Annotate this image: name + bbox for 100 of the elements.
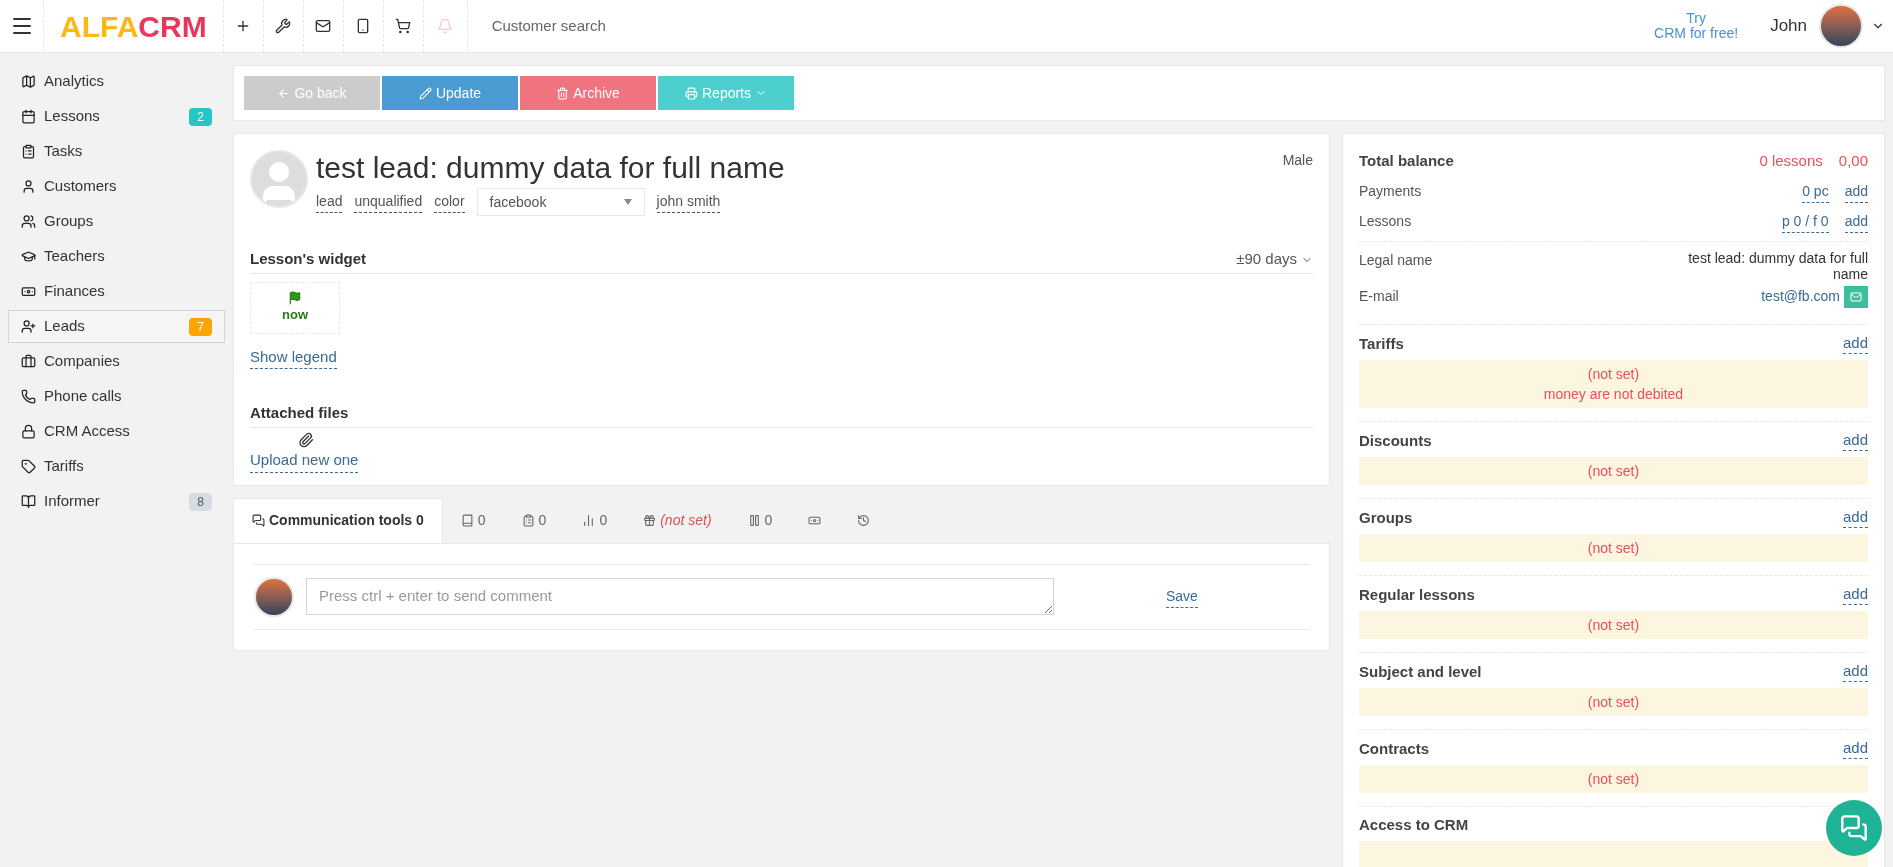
add-link[interactable]: add [1844, 180, 1868, 203]
pencil-icon [418, 86, 432, 100]
now-cell: now [250, 281, 340, 334]
promo-link[interactable]: Try CRM for free! [1654, 11, 1739, 41]
count-badge: 8 [189, 492, 212, 511]
empty-notice: (not set) [1359, 687, 1868, 716]
empty-notice: (not set) money are not debited [1359, 359, 1868, 408]
comment-field[interactable]: Press ctrl + enter to send comment [306, 578, 1054, 615]
tag-icon [21, 459, 36, 474]
source-dropdown[interactable]: facebook [476, 188, 645, 216]
row-label: Lessons [1359, 211, 1412, 231]
section-heading: Groups [1359, 507, 1413, 528]
tab[interactable]: 0 [442, 497, 504, 543]
legend-link[interactable]: Show legend [250, 345, 337, 369]
section-heading: Total balance [1359, 151, 1454, 171]
phone-icon [21, 389, 36, 404]
history-icon [857, 513, 871, 527]
paperclip-icon [298, 432, 314, 448]
sidebar-item[interactable]: Companies [8, 345, 225, 378]
count-badge: 7 [189, 317, 212, 336]
lock-icon [21, 424, 36, 439]
add-link[interactable]: add [1842, 737, 1868, 759]
legal-name-value: test lead: dummy data for full name [1687, 249, 1868, 282]
sidebar-item[interactable]: Tasks [8, 135, 225, 168]
section-heading: Attached files [250, 404, 349, 421]
value-link[interactable]: 0 pc [1802, 180, 1829, 203]
avatar-photo [1819, 4, 1863, 48]
empty-notice: (not set) [1359, 533, 1868, 562]
banknote-icon [21, 284, 36, 299]
row-label: Payments [1359, 181, 1422, 201]
people-icon [21, 214, 36, 229]
section-heading: Tariffs [1359, 333, 1404, 354]
sidebar-item[interactable]: Informer 8 [8, 485, 225, 518]
clipboard-icon [521, 513, 535, 527]
section-heading: Subject and level [1359, 661, 1482, 682]
sidebar-item[interactable]: Teachers [8, 240, 225, 273]
arrow-left-icon [277, 86, 291, 100]
book-icon [21, 494, 36, 509]
section-heading: Regular lessons [1359, 584, 1475, 605]
add-link[interactable]: add [1842, 429, 1868, 451]
chat-icon [252, 514, 265, 527]
tab[interactable]: (not set) [625, 497, 730, 543]
value-link[interactable]: p 0 / f 0 [1781, 210, 1829, 233]
avatar-photo [254, 576, 294, 617]
user-name: John [1770, 15, 1807, 38]
sidebar-item[interactable]: Analytics [8, 65, 225, 98]
briefcase-icon [21, 354, 36, 369]
trash-icon [556, 86, 570, 100]
person-plus-icon [21, 319, 36, 334]
person-icon [21, 179, 36, 194]
empty-notice: (not set) [1359, 764, 1868, 793]
chat-icon [1840, 814, 1868, 842]
empty-notice: (not set) [1359, 610, 1868, 639]
search-field[interactable]: Customer search [491, 14, 992, 38]
tag-link[interactable]: lead [316, 191, 343, 213]
sidebar-item[interactable]: Phone calls [8, 380, 225, 413]
tab[interactable]: 0 [729, 497, 791, 543]
range-dropdown[interactable]: ±90 days [1236, 248, 1313, 271]
add-link[interactable]: add [1842, 660, 1868, 682]
section-heading: Discounts [1359, 430, 1432, 451]
sidebar-item[interactable]: Lessons 2 [8, 100, 225, 133]
tab[interactable]: Communication tools 0 [233, 497, 443, 543]
section-heading: Lesson's widget [250, 249, 367, 269]
tab[interactable]: 0 [564, 497, 626, 543]
flag-icon [288, 290, 302, 305]
caret-icon [623, 199, 632, 205]
email-link[interactable]: test@fb.com [1761, 286, 1840, 307]
sidebar-item[interactable]: Customers [8, 170, 225, 203]
save-link[interactable]: Save [1166, 585, 1198, 608]
sidebar-item[interactable]: Finances [8, 275, 225, 308]
pause-icon [747, 513, 761, 527]
bar-chart-icon [582, 513, 596, 527]
section-heading: Access to CRM [1359, 814, 1469, 835]
upload-link[interactable]: Upload new one [250, 449, 359, 473]
add-link[interactable]: add [1842, 506, 1868, 528]
sidebar-item[interactable]: Tariffs [8, 450, 225, 483]
sidebar-item[interactable]: Leads 7 [8, 310, 225, 343]
tag-link[interactable]: color [434, 191, 465, 213]
logo[interactable]: ALFACRM [44, 0, 224, 52]
add-link[interactable]: add [1844, 210, 1868, 233]
lead-name: test lead: dummy data for full name [316, 150, 786, 186]
book-icon [460, 513, 474, 527]
add-link[interactable]: add [1842, 332, 1868, 354]
sidebar-item[interactable]: CRM Access [8, 415, 225, 448]
add-link[interactable]: add [1842, 583, 1868, 605]
empty-notice: (not set) [1359, 456, 1868, 485]
calendar-icon [21, 109, 36, 124]
section-heading: Contracts [1359, 738, 1429, 759]
amount-total: 0,00 [1838, 151, 1868, 171]
graduation-cap-icon [21, 249, 36, 264]
tab[interactable]: 0 [503, 497, 565, 543]
row-label: E-mail [1359, 287, 1399, 306]
map-icon [21, 74, 36, 89]
gift-icon [643, 513, 657, 527]
tag-link[interactable]: unqualified [354, 191, 423, 213]
count-badge: 2 [189, 107, 212, 126]
lessons-total: 0 lessons [1759, 151, 1823, 171]
sidebar-item[interactable]: Groups [8, 205, 225, 238]
owner-link[interactable]: john smith [656, 191, 721, 213]
clipboard-icon [21, 144, 36, 159]
